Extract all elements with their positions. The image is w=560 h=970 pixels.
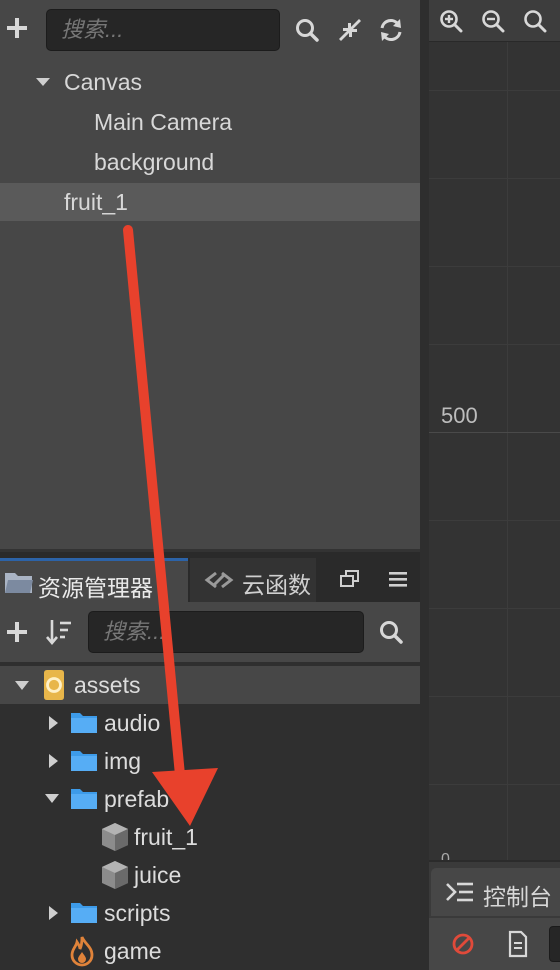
grid-line (429, 432, 560, 433)
collapse-icon[interactable] (337, 17, 363, 43)
prefab-icon (102, 823, 128, 851)
add-icon[interactable] (6, 14, 28, 42)
vertical-splitter[interactable] (420, 0, 429, 970)
asset-node-label: img (104, 748, 142, 774)
tree-node-canvas[interactable]: Canvas (0, 63, 420, 101)
tree-node-label: Canvas (64, 69, 142, 95)
scene-fire-icon (70, 936, 94, 967)
grid-line (429, 90, 560, 91)
grid-line (429, 784, 560, 785)
caret-down-icon[interactable] (36, 76, 50, 88)
popout-icon[interactable] (340, 570, 360, 588)
caret-down-icon[interactable] (44, 791, 60, 807)
tree-node-background[interactable]: background (0, 143, 420, 181)
tree-node-main-camera[interactable]: Main Camera (0, 103, 420, 141)
tab-cloud-functions-label: 云函数 (242, 572, 311, 598)
asset-node-label: prefab (104, 786, 170, 812)
scene-toolbar (429, 0, 560, 42)
clear-icon[interactable] (451, 932, 475, 956)
asset-node-scripts[interactable]: scripts (0, 894, 420, 932)
hierarchy-search-input[interactable]: 搜索... (46, 9, 280, 51)
tab-asset-manager-label: 资源管理器 (38, 575, 153, 601)
asset-node-label: fruit_1 (134, 824, 198, 850)
caret-right-icon[interactable] (46, 715, 62, 731)
grid-line (429, 266, 560, 267)
asset-node-label: game (104, 938, 162, 964)
tree-node-label: background (94, 149, 215, 175)
scene-axis-label: 0 (441, 851, 450, 860)
search-icon[interactable] (294, 17, 320, 43)
asset-node-label: audio (104, 710, 161, 736)
hierarchy-panel: 搜索... Canvas Main Camera background frui… (0, 0, 420, 550)
asset-node-label: assets (74, 672, 141, 698)
grid-line (429, 608, 560, 609)
scene-view[interactable]: 500 0 (429, 0, 560, 860)
caret-right-icon[interactable] (46, 753, 62, 769)
folder-open-icon (5, 573, 33, 593)
sort-icon[interactable] (46, 618, 72, 646)
asset-node-label: juice (134, 862, 182, 888)
console-panel: 控制台 (429, 862, 560, 970)
search-icon[interactable] (378, 619, 404, 645)
grid-line (429, 520, 560, 521)
menu-icon[interactable] (388, 570, 408, 588)
folder-icon (71, 751, 97, 771)
folder-icon (71, 789, 97, 809)
asset-node-label: scripts (104, 900, 171, 926)
asset-node-assets[interactable]: assets (0, 666, 420, 704)
database-icon (44, 670, 64, 700)
folder-icon (71, 713, 97, 733)
zoom-reset-icon[interactable] (523, 9, 547, 33)
asset-node-juice[interactable]: juice (0, 856, 420, 894)
tree-node-label: fruit_1 (64, 189, 128, 215)
assets-panel: 资源管理器 云函数 搜索... assets audio img prefab … (0, 552, 420, 970)
tab-asset-manager[interactable]: 资源管理器 (0, 558, 188, 602)
refresh-icon[interactable] (378, 17, 404, 43)
grid-line (429, 344, 560, 345)
console-filter-input[interactable] (549, 926, 560, 962)
asset-node-game[interactable]: game (0, 932, 420, 970)
asset-node-fruit-1[interactable]: fruit_1 (0, 818, 420, 856)
caret-down-icon[interactable] (14, 678, 30, 694)
cloud-function-icon (204, 571, 234, 589)
hierarchy-toolbar: 搜索... (0, 0, 420, 58)
grid-line (507, 42, 508, 860)
console-toolbar (429, 918, 560, 970)
asset-node-img[interactable]: img (0, 742, 420, 780)
scene-axis-label: 500 (441, 403, 478, 428)
tab-cloud-functions[interactable]: 云函数 (190, 558, 316, 602)
add-icon[interactable] (6, 618, 28, 646)
tree-node-fruit-1[interactable]: fruit_1 (0, 183, 420, 221)
zoom-out-icon[interactable] (481, 9, 505, 33)
zoom-in-icon[interactable] (439, 9, 463, 33)
tab-console-label: 控制台 (483, 884, 552, 910)
assets-tabbar: 资源管理器 云函数 (0, 552, 420, 602)
grid-line (429, 696, 560, 697)
grid-line (429, 178, 560, 179)
tree-node-label: Main Camera (94, 109, 233, 135)
log-file-icon[interactable] (507, 930, 529, 958)
tab-console[interactable]: 控制台 (431, 868, 560, 916)
assets-search-input[interactable]: 搜索... (88, 611, 364, 653)
asset-tree: assets audio img prefab fruit_1 juice sc… (0, 662, 420, 970)
asset-node-prefab[interactable]: prefab (0, 780, 420, 818)
assets-toolbar: 搜索... (0, 602, 420, 662)
asset-node-audio[interactable]: audio (0, 704, 420, 742)
caret-right-icon[interactable] (46, 905, 62, 921)
console-icon (446, 882, 473, 902)
folder-icon (71, 903, 97, 923)
prefab-icon (102, 861, 128, 889)
